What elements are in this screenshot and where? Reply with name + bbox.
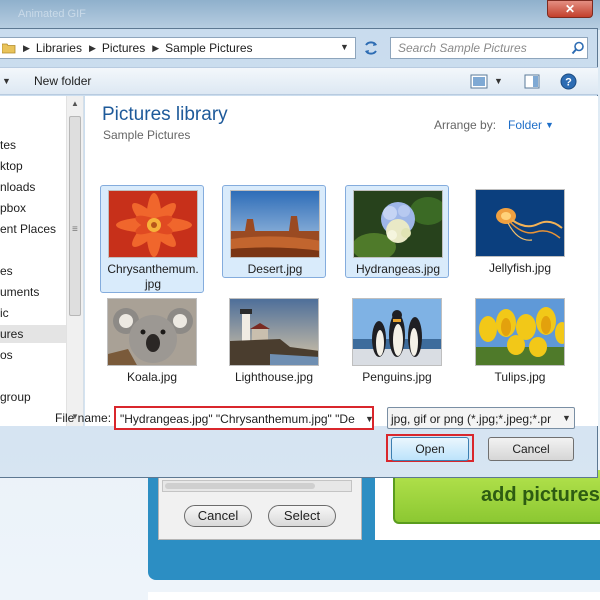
file-list-pane: Pictures library Sample Pictures Arrange… — [85, 96, 598, 426]
open-file-dialog: ▶ Libraries ▶ Pictures ▶ Sample Pictures… — [0, 28, 598, 478]
folder-icon — [2, 43, 16, 54]
nav-item-desktop[interactable]: ktop — [0, 157, 23, 175]
nav-item-favorites[interactable]: tes — [0, 136, 16, 154]
navigation-pane: tes ktop nloads pbox ent Places es ument… — [0, 96, 84, 426]
chrysanthemum-image — [108, 190, 198, 258]
file-item-lighthouse[interactable]: Lighthouse.jpg — [222, 294, 326, 387]
nav-item-documents[interactable]: uments — [0, 283, 39, 301]
background-cancel-button[interactable]: Cancel — [184, 505, 252, 527]
chevron-down-icon[interactable]: ▼ — [545, 120, 554, 130]
search-box[interactable]: Search Sample Pictures — [390, 37, 588, 59]
file-name-label: File name: — [55, 411, 112, 425]
hydrangeas-image — [353, 190, 443, 258]
cancel-button[interactable]: Cancel — [488, 437, 574, 461]
background-titlebar: Animated GIF — [0, 0, 600, 30]
library-subtitle: Sample Pictures — [103, 128, 191, 142]
file-name-ext: jpg — [144, 277, 161, 291]
arrange-by-label: Arrange by: — [434, 118, 497, 132]
search-icon[interactable] — [571, 41, 585, 55]
preview-pane-icon[interactable] — [524, 74, 540, 89]
new-folder-button[interactable]: New folder — [34, 74, 91, 88]
file-name: Koala.jpg — [126, 370, 178, 384]
breadcrumb-pictures[interactable]: Pictures — [102, 41, 145, 55]
help-icon[interactable]: ? — [560, 73, 577, 90]
change-view-icon[interactable] — [470, 74, 488, 89]
background-bottom-strip — [148, 592, 600, 600]
breadcrumb-sample-pictures[interactable]: Sample Pictures — [165, 41, 252, 55]
file-name: Tulips.jpg — [494, 370, 546, 384]
file-type-value: jpg, gif or png (*.jpg;*.jpeg;*.pr — [391, 412, 552, 426]
file-item-chrysanthemum[interactable]: Chrysanthemum. jpg — [100, 185, 204, 293]
background-window-title: Animated GIF — [18, 8, 86, 20]
chevron-right-icon: ▶ — [88, 42, 96, 53]
file-name: Jellyfish.jpg — [488, 261, 552, 275]
svg-text:?: ? — [565, 77, 572, 89]
lighthouse-image — [229, 298, 319, 366]
background-close-button[interactable]: ✕ — [547, 0, 593, 18]
add-pictures-button[interactable]: add pictures — [393, 470, 600, 524]
desert-image — [230, 190, 320, 258]
nav-item-homegroup[interactable]: group — [0, 388, 31, 406]
background-scrollbar[interactable] — [162, 480, 352, 492]
file-item-hydrangeas[interactable]: Hydrangeas.jpg — [345, 185, 449, 278]
file-name: Lighthouse.jpg — [234, 370, 314, 384]
arrange-by-dropdown[interactable]: Folder — [508, 118, 542, 132]
nav-item-recent-places[interactable]: ent Places — [0, 220, 56, 238]
chevron-down-icon[interactable]: ▼ — [340, 42, 349, 52]
file-name: Desert.jpg — [247, 262, 303, 276]
scroll-grip-icon: ≡ — [72, 224, 78, 235]
nav-item-dropbox[interactable]: pbox — [0, 199, 26, 217]
dialog-toolbar: ▼ New folder ▼ ? — [0, 67, 598, 95]
organize-dropdown-arrow[interactable]: ▼ — [2, 76, 11, 86]
chevron-down-icon[interactable]: ▼ — [560, 413, 571, 423]
chevron-down-icon[interactable]: ▼ — [363, 414, 372, 424]
file-name-field[interactable]: "Hydrangeas.jpg" "Chrysanthemum.jpg" "De… — [114, 406, 374, 430]
file-name: Hydrangeas.jpg — [355, 262, 441, 276]
file-item-penguins[interactable]: Penguins.jpg — [345, 294, 449, 387]
file-item-koala[interactable]: Koala.jpg — [100, 294, 204, 387]
search-input[interactable]: Search Sample Pictures — [398, 41, 527, 55]
breadcrumb-libraries[interactable]: Libraries — [36, 41, 82, 55]
file-name: Chrysanthemum. — [107, 262, 199, 276]
nav-item-videos[interactable]: os — [0, 346, 13, 364]
nav-scroll-thumb[interactable] — [69, 116, 81, 316]
add-pictures-label: add pictures — [481, 484, 600, 506]
close-icon: ✕ — [565, 2, 576, 16]
file-item-jellyfish[interactable]: Jellyfish.jpg — [468, 185, 572, 278]
file-name-value[interactable]: "Hydrangeas.jpg" "Chrysanthemum.jpg" "De — [120, 412, 355, 426]
nav-scrollbar[interactable]: ▲ ≡ ▼ — [66, 96, 83, 426]
open-button[interactable]: Open — [391, 437, 469, 461]
view-dropdown-arrow[interactable]: ▼ — [494, 76, 503, 86]
file-name: Penguins.jpg — [362, 370, 432, 384]
koala-image — [107, 298, 197, 366]
background-scroll-thumb[interactable] — [165, 483, 315, 489]
chevron-right-icon: ▶ — [152, 42, 160, 53]
refresh-icon[interactable] — [360, 37, 382, 59]
address-bar[interactable]: ▶ Libraries ▶ Pictures ▶ Sample Pictures… — [0, 37, 356, 59]
chevron-right-icon: ▶ — [23, 42, 30, 53]
nav-item-pictures[interactable]: ures — [0, 325, 66, 343]
penguins-image — [352, 298, 442, 366]
file-type-dropdown[interactable]: jpg, gif or png (*.jpg;*.jpeg;*.pr ▼ — [387, 407, 575, 429]
nav-item-libraries[interactable]: es — [0, 262, 13, 280]
nav-item-music[interactable]: ic — [0, 304, 9, 322]
scroll-up-icon[interactable]: ▲ — [71, 99, 79, 108]
file-item-desert[interactable]: Desert.jpg — [222, 185, 326, 278]
background-select-button[interactable]: Select — [268, 505, 336, 527]
file-item-tulips[interactable]: Tulips.jpg — [468, 294, 572, 387]
nav-item-downloads[interactable]: nloads — [0, 178, 35, 196]
tulips-image — [475, 298, 565, 366]
jellyfish-image — [475, 189, 565, 257]
library-title: Pictures library — [102, 104, 228, 125]
